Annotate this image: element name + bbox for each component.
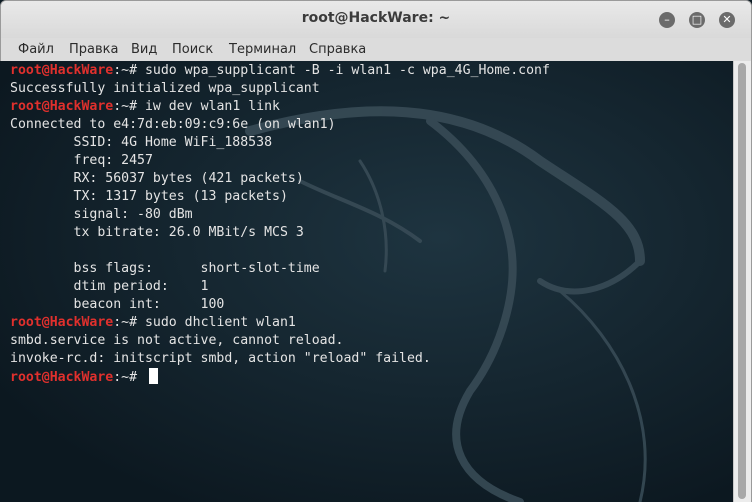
command-text: sudo dhclient wlan1	[137, 315, 296, 330]
output-line: signal: -80 dBm	[10, 206, 550, 224]
output-text: SSID: 4G Home WiFi_188538	[10, 135, 273, 150]
output-line: tx bitrate: 26.0 MBit/s MCS 3	[10, 224, 550, 242]
terminal-area[interactable]: root@HackWare:~# sudo wpa_supplicant -B …	[0, 61, 733, 502]
output-text: RX: 56037 bytes (421 packets)	[10, 171, 304, 186]
terminal-output: root@HackWare:~# sudo wpa_supplicant -B …	[10, 62, 550, 386]
prompt-path: :~#	[113, 63, 138, 78]
command-text: iw dev wlan1 link	[137, 99, 280, 114]
output-line: invoke-rc.d: initscript smbd, action "re…	[10, 350, 550, 368]
menu-help[interactable]: Справка	[309, 42, 366, 57]
scrollbar-thumb[interactable]	[738, 63, 746, 499]
output-line: Connected to e4:7d:eb:09:c9:6e (on wlan1…	[10, 116, 550, 134]
output-line: beacon int: 100	[10, 296, 550, 314]
output-text: dtim period: 1	[10, 279, 209, 294]
prompt-user: root@HackWare	[10, 63, 114, 78]
menu-view[interactable]: Вид	[131, 42, 157, 57]
output-text: beacon int: 100	[10, 297, 225, 312]
scrollbar[interactable]	[733, 61, 751, 502]
menu-edit[interactable]: Правка	[69, 42, 118, 57]
command-text	[137, 370, 145, 385]
menu-bar: Файл Правка Вид Поиск Терминал Справка	[1, 38, 751, 63]
command-line: root@HackWare:~# sudo dhclient wlan1	[10, 314, 550, 332]
output-line: smbd.service is not active, cannot reloa…	[10, 332, 550, 350]
output-text: invoke-rc.d: initscript smbd, action "re…	[10, 351, 431, 366]
output-line: bss flags: short-slot-time	[10, 260, 550, 278]
prompt-path: :~#	[113, 370, 138, 385]
output-text: Connected to e4:7d:eb:09:c9:6e (on wlan1…	[10, 117, 336, 132]
output-line: dtim period: 1	[10, 278, 550, 296]
command-text: sudo wpa_supplicant -B -i wlan1 -c wpa_4…	[137, 63, 550, 78]
output-text: bss flags: short-slot-time	[10, 261, 320, 276]
text-cursor	[149, 368, 158, 384]
title-bar[interactable]: root@HackWare: ~ – □ ✕	[1, 1, 751, 38]
output-line: RX: 56037 bytes (421 packets)	[10, 170, 550, 188]
maximize-button[interactable]: □	[689, 12, 705, 28]
output-text: freq: 2457	[10, 153, 153, 168]
menu-terminal[interactable]: Терминал	[229, 42, 296, 57]
command-line: root@HackWare:~# sudo wpa_supplicant -B …	[10, 62, 550, 80]
prompt-path: :~#	[113, 315, 138, 330]
prompt-user: root@HackWare	[10, 315, 114, 330]
output-text: signal: -80 dBm	[10, 207, 193, 222]
output-line: Successfully initialized wpa_supplicant	[10, 80, 550, 98]
output-line: SSID: 4G Home WiFi_188538	[10, 134, 550, 152]
output-line: freq: 2457	[10, 152, 550, 170]
prompt-path: :~#	[113, 99, 138, 114]
command-line: root@HackWare:~#	[10, 368, 550, 386]
minimize-button[interactable]: –	[659, 12, 675, 28]
prompt-user: root@HackWare	[10, 99, 114, 114]
menu-file[interactable]: Файл	[18, 42, 54, 57]
output-text: smbd.service is not active, cannot reloa…	[10, 333, 344, 348]
prompt-user: root@HackWare	[10, 370, 114, 385]
output-text: TX: 1317 bytes (13 packets)	[10, 189, 288, 204]
output-text: Successfully initialized wpa_supplicant	[10, 81, 320, 96]
menu-search[interactable]: Поиск	[172, 42, 213, 57]
output-text: tx bitrate: 26.0 MBit/s MCS 3	[10, 225, 304, 240]
command-line: root@HackWare:~# iw dev wlan1 link	[10, 98, 550, 116]
output-line: TX: 1317 bytes (13 packets)	[10, 188, 550, 206]
close-button[interactable]: ✕	[719, 12, 735, 28]
window-title: root@HackWare: ~	[301, 10, 451, 26]
